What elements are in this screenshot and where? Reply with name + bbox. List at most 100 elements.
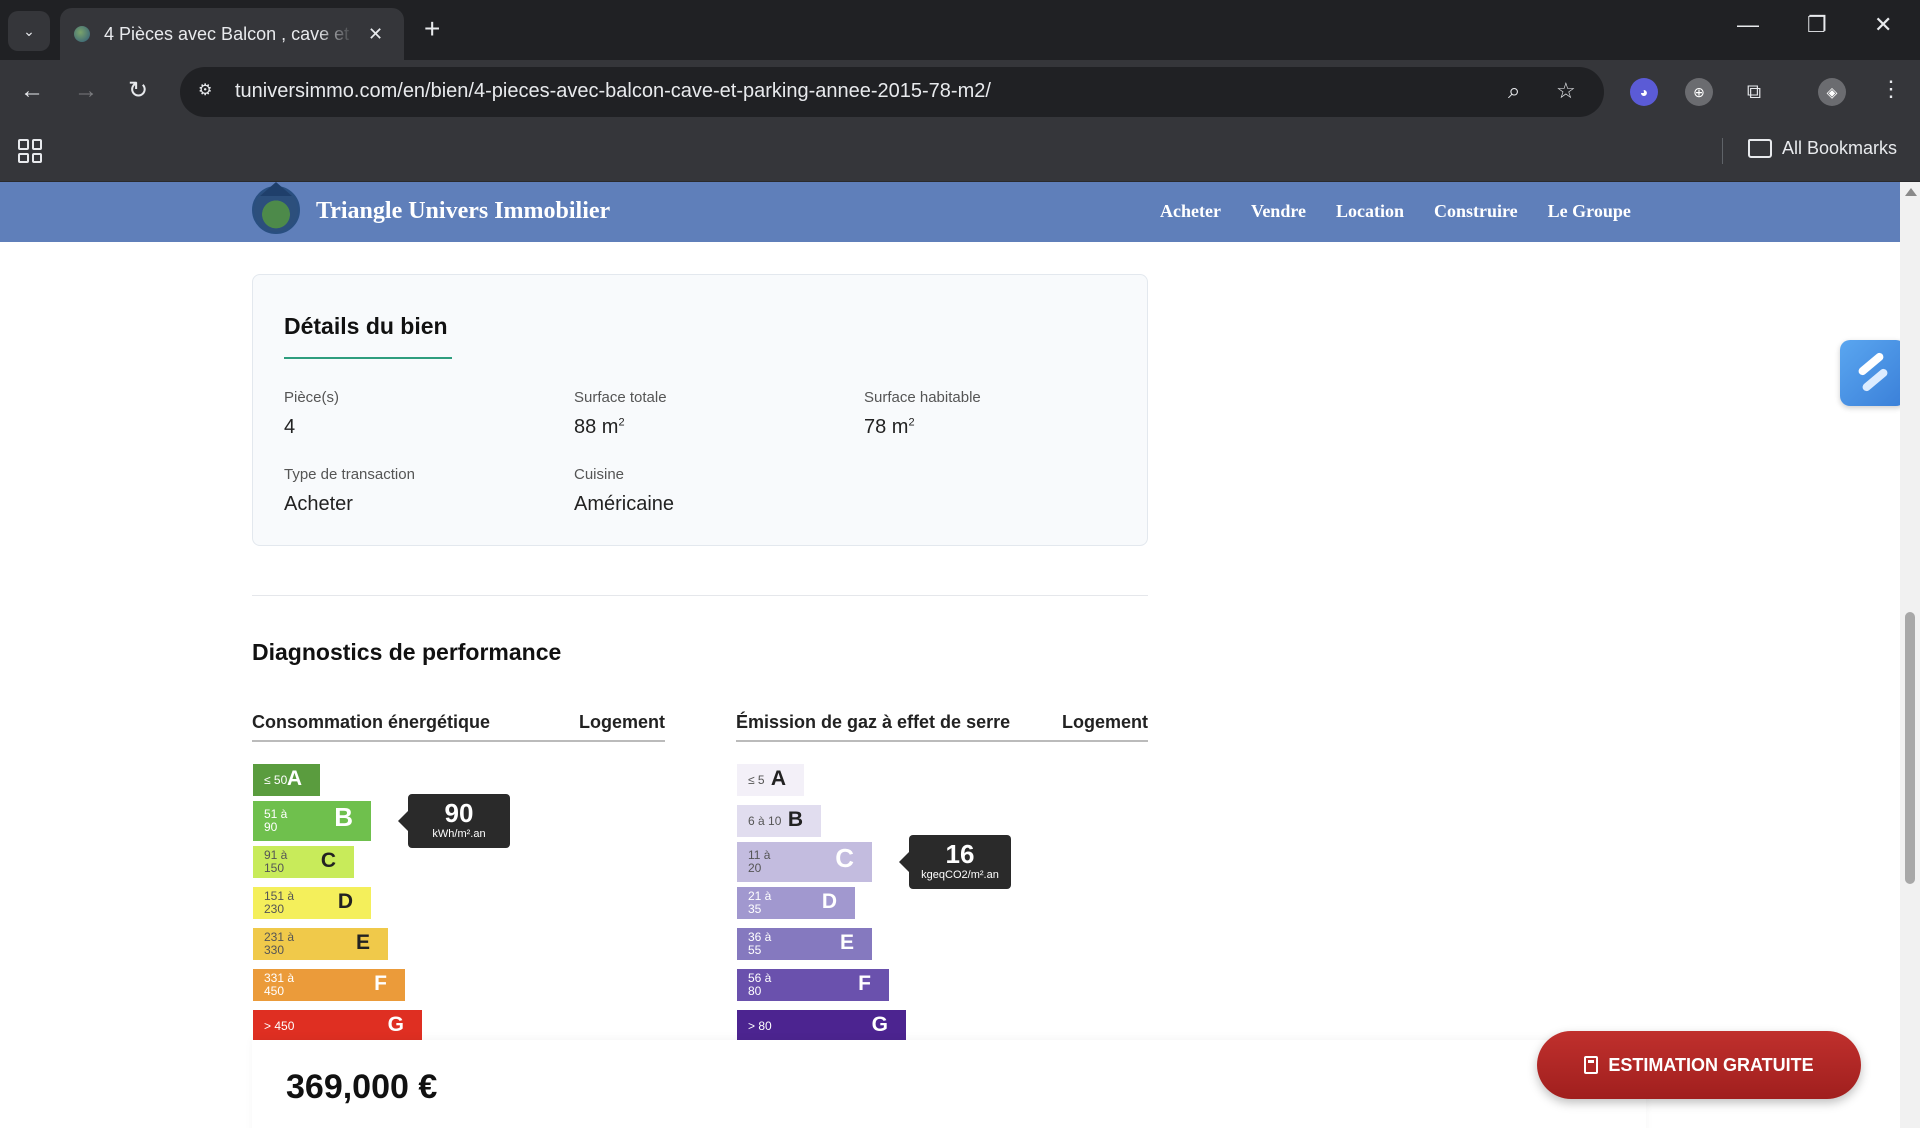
field-value: 4 bbox=[284, 416, 296, 438]
class-range: 11 à 20 bbox=[748, 848, 771, 875]
property-details-card: Détails du bien Pièce(s) 4 Surface total… bbox=[252, 274, 1148, 546]
nav-location[interactable]: Location bbox=[1336, 201, 1404, 222]
main-nav: Acheter Vendre Location Construire Le Gr… bbox=[1160, 201, 1631, 222]
ges-header: Émission de gaz à effet de serre Logemen… bbox=[736, 712, 1148, 742]
forward-icon[interactable]: → bbox=[74, 76, 98, 106]
extensions-icon[interactable]: ⧉ bbox=[1740, 78, 1768, 106]
all-bookmarks-label: All Bookmarks bbox=[1782, 138, 1898, 158]
ges-class-d: 21 à 35 D bbox=[737, 887, 855, 919]
unit-superscript: 2 bbox=[618, 416, 625, 429]
class-letter: C bbox=[320, 849, 336, 872]
class-range: > 80 bbox=[748, 1018, 772, 1033]
class-letter: F bbox=[374, 972, 387, 995]
zoom-icon[interactable]: ⌕ bbox=[1508, 78, 1520, 104]
energy-class-f: 331 à 450 F bbox=[253, 969, 405, 1001]
marker-unit: kgeqCO2/m².an bbox=[921, 869, 999, 881]
menu-icon[interactable]: ⋮ bbox=[1880, 76, 1902, 102]
field-value-text: 88 m bbox=[574, 416, 619, 438]
class-range: 56 à 80 bbox=[748, 971, 772, 998]
energy-class-c: 91 à 150 C bbox=[253, 846, 354, 878]
field-value: Américaine bbox=[574, 493, 675, 515]
site-info-icon[interactable]: ⚙ bbox=[198, 80, 222, 104]
minimize-icon[interactable]: — bbox=[1737, 12, 1759, 38]
class-letter: D bbox=[337, 890, 353, 913]
free-estimate-label: ESTIMATION GRATUITE bbox=[1608, 1054, 1814, 1075]
unit-superscript: 2 bbox=[908, 416, 915, 429]
profile-icon[interactable]: ◈ bbox=[1818, 78, 1846, 106]
field-label: Type de transaction bbox=[284, 466, 415, 483]
restore-icon[interactable]: ❐ bbox=[1807, 12, 1827, 38]
ges-value-marker: 16 kgeqCO2/m².an bbox=[899, 835, 1011, 889]
class-letter: E bbox=[355, 931, 370, 954]
class-range: > 450 bbox=[264, 1018, 295, 1033]
class-range: 331 à 450 bbox=[264, 971, 295, 998]
field-type-transaction: Type de transaction Acheter bbox=[284, 466, 415, 516]
page-viewport: Triangle Univers Immobilier Acheter Vend… bbox=[0, 182, 1900, 1128]
class-letter: G bbox=[387, 1013, 404, 1036]
free-estimate-button[interactable]: ESTIMATION GRATUITE bbox=[1537, 1031, 1861, 1099]
field-value: 88 m2 bbox=[574, 416, 667, 439]
page-scrollbar[interactable] bbox=[1900, 182, 1920, 1128]
class-range: 36 à 55 bbox=[748, 930, 772, 957]
energy-class-d: 151 à 230 D bbox=[253, 887, 371, 919]
site-header: Triangle Univers Immobilier Acheter Vend… bbox=[0, 182, 1900, 242]
class-letter: A bbox=[770, 767, 786, 790]
tab-close-icon[interactable]: ✕ bbox=[368, 24, 383, 45]
ges-subheading: Logement bbox=[1061, 712, 1148, 732]
class-range: 51 à 90 bbox=[264, 807, 288, 834]
nav-le-groupe[interactable]: Le Groupe bbox=[1548, 201, 1631, 222]
address-bar[interactable]: ⚙ tuniversimmo.com/en/bien/4-pieces-avec… bbox=[180, 67, 1604, 117]
tab-search-icon[interactable]: ⌄ bbox=[8, 11, 50, 51]
bookmarks-separator bbox=[1722, 138, 1723, 164]
ges-class-b: 6 à 10 B bbox=[737, 805, 821, 837]
ges-class-e: 36 à 55 E bbox=[737, 928, 872, 960]
diagnostics-title: Diagnostics de performance bbox=[252, 639, 562, 665]
ges-class-f: 56 à 80 F bbox=[737, 969, 889, 1001]
field-surface-habitable: Surface habitable 78 m2 bbox=[864, 389, 981, 439]
ges-class-g: > 80 G bbox=[737, 1010, 906, 1042]
floating-widget-icon[interactable] bbox=[1840, 340, 1900, 406]
marker-value: 90 bbox=[444, 798, 474, 828]
field-label: Surface habitable bbox=[864, 389, 981, 406]
field-label: Cuisine bbox=[574, 466, 625, 483]
site-name[interactable]: Triangle Univers Immobilier bbox=[316, 198, 610, 225]
ges-class-c: 11 à 20 C bbox=[737, 842, 872, 882]
energy-value-marker: 90 kWh/m².an bbox=[398, 794, 510, 848]
field-label: Pièce(s) bbox=[284, 389, 340, 406]
details-title: Détails du bien bbox=[284, 313, 448, 339]
class-letter: C bbox=[835, 843, 854, 873]
url-text[interactable]: tuniversimmo.com/en/bien/4-pieces-avec-b… bbox=[235, 80, 991, 103]
nav-construire[interactable]: Construire bbox=[1434, 201, 1518, 222]
tab-title: 4 Pièces avec Balcon , cave et parking a… bbox=[104, 23, 354, 44]
class-letter: E bbox=[839, 931, 854, 954]
scroll-thumb[interactable] bbox=[1905, 612, 1915, 884]
star-icon[interactable]: ☆ bbox=[1556, 78, 1576, 104]
tab-strip: ⌄ 4 Pièces avec Balcon , cave et parking… bbox=[0, 0, 1920, 60]
nav-vendre[interactable]: Vendre bbox=[1251, 201, 1306, 222]
browser-tab[interactable]: 4 Pièces avec Balcon , cave et parking a… bbox=[60, 8, 404, 60]
all-bookmarks-button[interactable]: All Bookmarks bbox=[1748, 138, 1897, 159]
site-logo[interactable] bbox=[252, 182, 300, 234]
class-range: 6 à 10 bbox=[748, 813, 782, 828]
field-surface-totale: Surface totale 88 m2 bbox=[574, 389, 667, 439]
close-window-icon[interactable]: ✕ bbox=[1874, 12, 1892, 38]
new-tab-icon[interactable]: + bbox=[424, 14, 440, 44]
reload-icon[interactable]: ↻ bbox=[128, 76, 148, 106]
price-card: 369,000 € bbox=[252, 1040, 1646, 1128]
back-icon[interactable]: ← bbox=[20, 76, 44, 106]
extension-avatar-icon[interactable]: ◕ bbox=[1630, 78, 1658, 106]
apps-icon[interactable] bbox=[18, 139, 42, 163]
energy-class-e: 231 à 330 E bbox=[253, 928, 388, 960]
field-value-text: 78 m bbox=[864, 416, 909, 438]
field-value: 78 m2 bbox=[864, 416, 981, 439]
field-cuisine: Cuisine Américaine bbox=[574, 466, 674, 516]
bookmarks-bar: All Bookmarks bbox=[0, 124, 1920, 182]
globe-icon[interactable]: ⊕ bbox=[1685, 78, 1713, 106]
class-range: 91 à 150 bbox=[264, 848, 288, 875]
site-favicon-icon bbox=[74, 26, 90, 42]
price: 369,000 € bbox=[286, 1068, 438, 1106]
field-value: Acheter bbox=[284, 493, 353, 515]
scroll-up-icon[interactable] bbox=[1905, 188, 1917, 196]
nav-acheter[interactable]: Acheter bbox=[1160, 201, 1221, 222]
class-letter: G bbox=[871, 1013, 888, 1036]
